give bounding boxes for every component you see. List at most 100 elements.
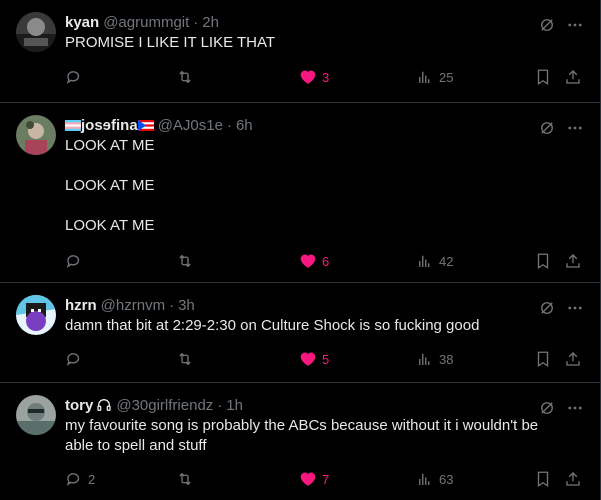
- like-button[interactable]: 6: [299, 251, 329, 271]
- avatar[interactable]: [16, 395, 56, 435]
- headphones-icon: [97, 399, 112, 411]
- puerto-rico-flag-icon: [137, 119, 154, 131]
- separator-dot: ·: [226, 116, 232, 134]
- share-icon: [566, 472, 580, 486]
- share-button[interactable]: [564, 251, 582, 271]
- like-button[interactable]: 7: [299, 469, 329, 489]
- share-button[interactable]: [564, 349, 582, 369]
- user-handle[interactable]: @agrummgit: [103, 14, 189, 31]
- avatar[interactable]: [16, 295, 56, 335]
- like-button[interactable]: 5: [299, 349, 329, 369]
- user-handle[interactable]: @30girlfriendz: [116, 397, 213, 414]
- separator-dot: ·: [169, 296, 175, 314]
- like-button[interactable]: 3: [299, 67, 329, 87]
- post-header: kyan @agrummgit · 2h: [65, 12, 584, 32]
- bookmark-button[interactable]: [534, 349, 552, 369]
- like-count: 5: [322, 351, 330, 367]
- more-icon: [568, 23, 582, 27]
- retweet-icon: [179, 472, 191, 486]
- bookmark-button[interactable]: [534, 251, 552, 271]
- reply-button[interactable]: [65, 349, 88, 369]
- separator-dot: ·: [217, 396, 223, 414]
- reply-button[interactable]: 2: [65, 469, 95, 489]
- post[interactable]: josɘfina @AJ0s1e · 6h LOOK AT ME LOOK AT…: [0, 103, 600, 283]
- share-icon: [566, 352, 580, 366]
- post[interactable]: tory @30girlfriendz · 1h my favourite so…: [0, 383, 600, 500]
- post-time[interactable]: 6h: [236, 117, 253, 134]
- post-header: hzrn @hzrnvm · 3h: [65, 295, 584, 315]
- post-time[interactable]: 3h: [178, 297, 195, 314]
- reply-icon: [66, 473, 80, 486]
- views-icon: [419, 71, 430, 83]
- display-name[interactable]: kyan: [65, 14, 99, 31]
- view-count: 25: [439, 69, 454, 85]
- bookmark-button[interactable]: [534, 67, 552, 87]
- post[interactable]: hzrn @hzrnvm · 3h damn that bit at 2:29-…: [0, 283, 600, 383]
- like-count: 6: [322, 253, 330, 269]
- post-text: my favourite song is probably the ABCs b…: [65, 417, 543, 454]
- share-button[interactable]: [564, 469, 582, 489]
- share-button[interactable]: [564, 67, 582, 87]
- reply-button[interactable]: [65, 67, 88, 87]
- grok-icon: [541, 302, 553, 314]
- post[interactable]: kyan @agrummgit · 2h PROMISE I LIKE IT L…: [0, 0, 600, 103]
- retweet-button[interactable]: [176, 67, 199, 87]
- grok-button[interactable]: [536, 14, 558, 36]
- grok-button[interactable]: [536, 297, 558, 319]
- avatar-column: [16, 12, 56, 102]
- share-icon: [566, 70, 580, 84]
- more-button[interactable]: [564, 297, 586, 319]
- views-button[interactable]: 42: [416, 251, 453, 271]
- post-content: tory @30girlfriendz · 1h my favourite so…: [65, 395, 584, 500]
- display-name[interactable]: hzrn: [65, 297, 97, 314]
- views-icon: [419, 473, 430, 485]
- bookmark-icon: [537, 471, 549, 488]
- reply-icon: [66, 71, 80, 84]
- post-actions: 2 7 63: [65, 457, 584, 500]
- retweet-button[interactable]: [176, 349, 199, 369]
- bookmark-button[interactable]: [534, 469, 552, 489]
- views-button[interactable]: 38: [416, 349, 453, 369]
- retweet-icon: [179, 254, 191, 268]
- views-button[interactable]: 63: [416, 469, 453, 489]
- heart-icon: [300, 472, 316, 486]
- grok-icon: [541, 402, 553, 414]
- post-actions: 5 38: [65, 337, 584, 381]
- display-name[interactable]: tory: [65, 397, 93, 414]
- avatar[interactable]: [16, 115, 56, 155]
- post-header-actions: [536, 117, 586, 139]
- grok-button[interactable]: [536, 117, 558, 139]
- retweet-button[interactable]: [176, 469, 199, 489]
- more-button[interactable]: [564, 117, 586, 139]
- more-icon: [568, 406, 582, 410]
- like-count: 7: [322, 471, 330, 487]
- views-button[interactable]: 25: [416, 67, 453, 87]
- avatar[interactable]: [16, 12, 56, 52]
- avatar-column: [16, 115, 56, 282]
- display-name[interactable]: josɘfina: [81, 117, 138, 134]
- reply-count: 2: [88, 471, 96, 487]
- view-count: 63: [439, 471, 454, 487]
- post-header-actions: [536, 397, 586, 419]
- user-handle[interactable]: @AJ0s1e: [158, 117, 223, 134]
- post-actions: 6 42: [65, 239, 584, 283]
- grok-button[interactable]: [536, 397, 558, 419]
- view-count: 42: [439, 253, 454, 269]
- heart-icon: [300, 70, 316, 84]
- more-button[interactable]: [564, 14, 586, 36]
- retweet-icon: [179, 70, 191, 84]
- reply-button[interactable]: [65, 251, 88, 271]
- user-handle[interactable]: @hzrnvm: [101, 297, 165, 314]
- more-button[interactable]: [564, 397, 586, 419]
- post-time[interactable]: 1h: [226, 397, 243, 414]
- more-icon: [568, 306, 582, 310]
- post-content: hzrn @hzrnvm · 3h damn that bit at 2:29-…: [65, 295, 584, 382]
- share-icon: [566, 254, 580, 268]
- like-count: 3: [322, 69, 330, 85]
- post-text: LOOK AT ME LOOK AT ME LOOK AT ME: [65, 137, 155, 234]
- retweet-button[interactable]: [176, 251, 199, 271]
- post-header: tory @30girlfriendz · 1h: [65, 395, 584, 415]
- retweet-icon: [179, 352, 191, 366]
- post-header: josɘfina @AJ0s1e · 6h: [65, 115, 584, 135]
- post-time[interactable]: 2h: [202, 14, 219, 31]
